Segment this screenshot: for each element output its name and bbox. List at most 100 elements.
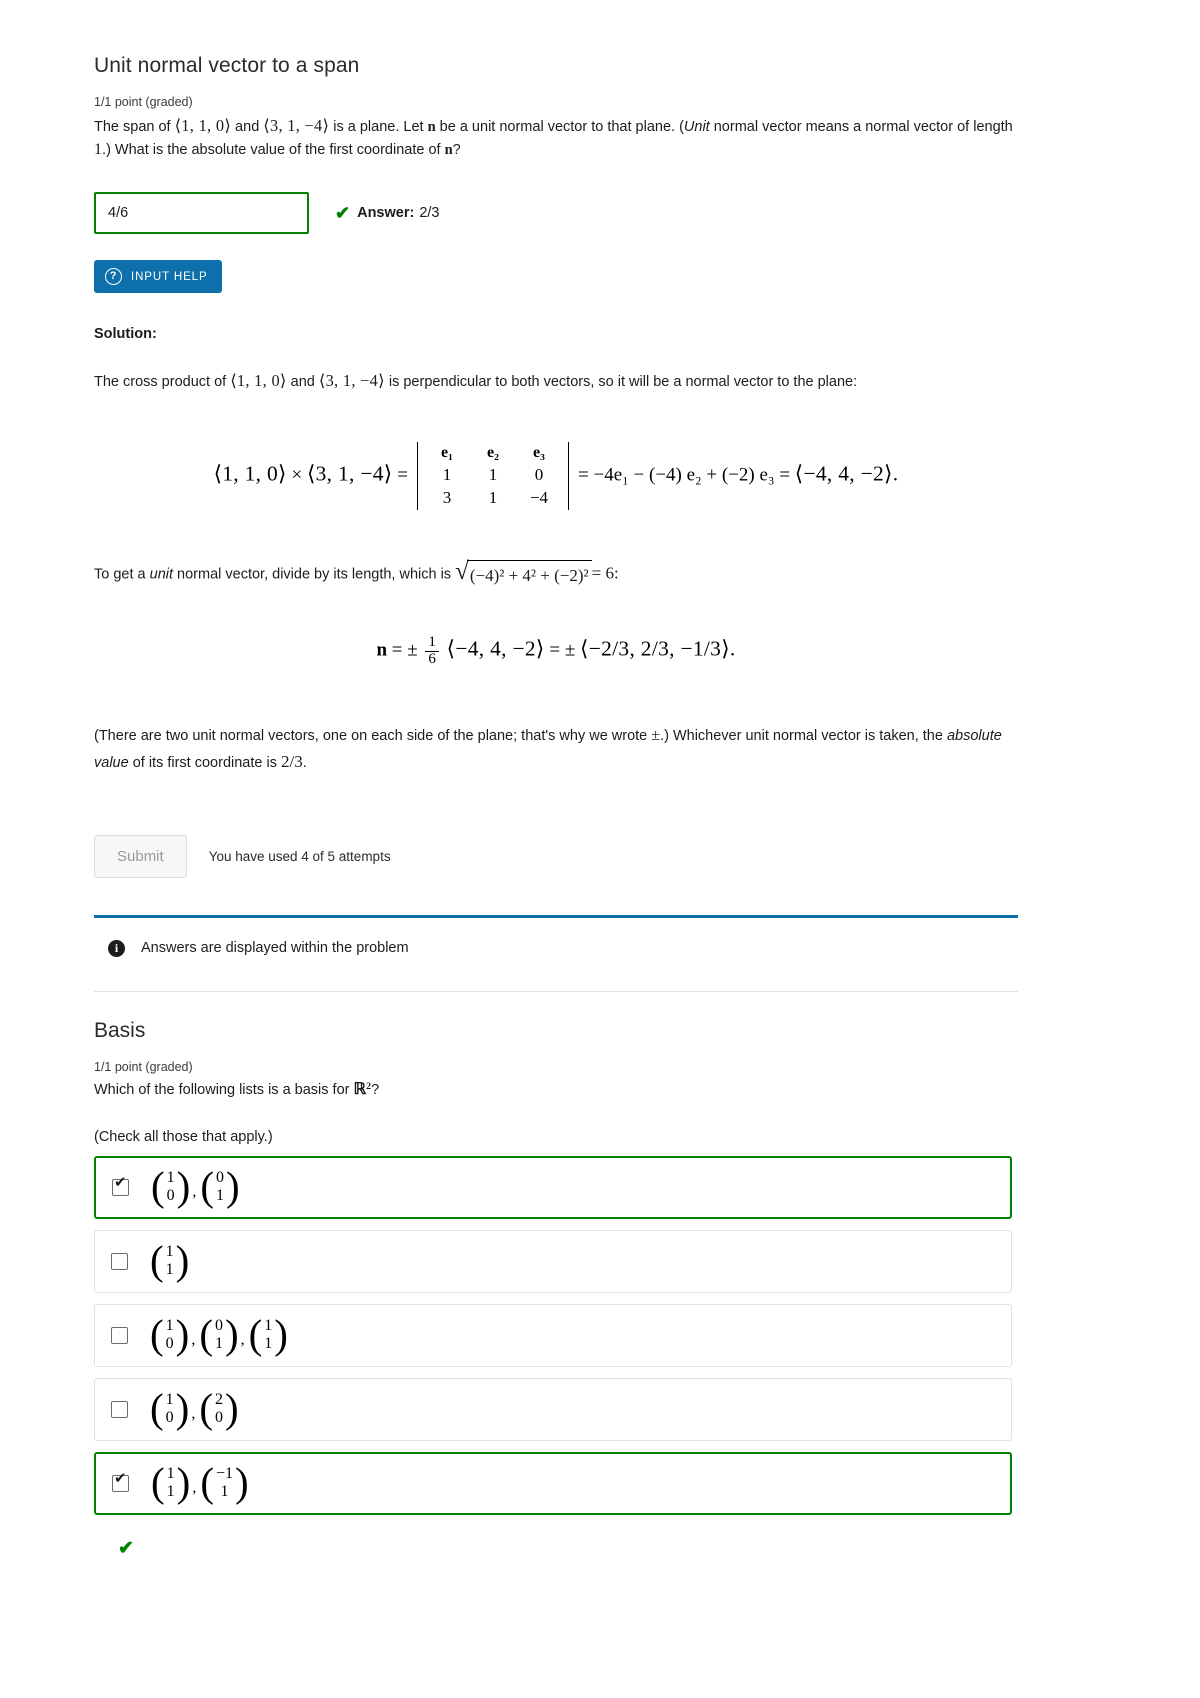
paren-right-icon: ) <box>175 1385 190 1432</box>
paren-right-icon: ) <box>175 1311 190 1358</box>
final-check-icon: ✔ <box>118 1537 134 1559</box>
det-cell-r2c3: 0 <box>534 464 544 484</box>
choice-checkbox-3[interactable] <box>111 1326 128 1344</box>
vector-component: 1 <box>165 1261 174 1279</box>
vector-component: 1 <box>165 1391 174 1409</box>
paren-left-icon: ( <box>150 1311 164 1358</box>
determinant-matrix: e₁ e₂ e₃ 1 1 0 3 1 −4 <box>416 441 570 510</box>
basis-title: Basis <box>94 1018 146 1042</box>
vector-component: 0 <box>166 1187 175 1205</box>
cross-equals-1: = <box>397 464 408 486</box>
vector-component: 1 <box>220 1483 229 1501</box>
input-help-button[interactable]: ? INPUT HELP <box>94 260 222 294</box>
notification-text: Answers are displayed within the problem <box>141 940 409 957</box>
vector: (1 1) <box>151 1459 190 1506</box>
closing-text-a: (There are two unit normal vectors, one … <box>94 727 652 744</box>
prompt-text-3: is a plane. Let <box>329 119 428 135</box>
one-sixth-fraction: 1 6 <box>425 634 439 668</box>
paren-left-icon: ( <box>199 1311 213 1358</box>
prompt-text-5: normal vector means a normal vector of l… <box>709 119 1013 135</box>
vector-component: 1 <box>165 1317 174 1335</box>
vector: (1 0) <box>150 1311 190 1358</box>
list-item[interactable]: (1 0) , (0 1) , (1 1) <box>94 1303 1012 1367</box>
paren-left-icon: ( <box>199 1385 213 1432</box>
solution-line-1: The cross product of ⟨1, 1, 0⟩ and ⟨3, 1… <box>94 368 1018 393</box>
paren-right-icon: ) <box>224 1311 239 1358</box>
answer-label: Answer: <box>357 205 415 222</box>
vector: (1 0) <box>151 1163 191 1210</box>
choice-checkbox-1[interactable] <box>112 1175 129 1196</box>
vector: (1 1) <box>150 1240 189 1281</box>
prompt-text-4: be a unit normal vector to that plane. ( <box>435 119 684 135</box>
paren-right-icon: ) <box>176 1163 191 1210</box>
list-item[interactable]: (10) , (01) <box>94 1155 1012 1219</box>
vector-component: −1 <box>215 1465 233 1483</box>
vector: (2 0) <box>199 1385 239 1432</box>
choice-list: (10) , (01) (11) (10) , (01) , <box>94 1155 1018 1515</box>
choice-vectors-3: (1 0) , (0 1) , (1 1) <box>150 1311 288 1358</box>
choice-vectors-5: (1 1) , (−1 1) <box>151 1459 249 1506</box>
check-all-note: (Check all those that apply.) <box>94 1128 273 1145</box>
paren-left-icon: ( <box>151 1459 165 1506</box>
cross-equals-2: = <box>578 464 589 486</box>
paren-right-icon: ) <box>274 1311 288 1358</box>
prompt-n-symbol-2: n <box>444 142 453 159</box>
n-equals-plusminus: = ± <box>391 639 418 661</box>
unit-normal-equation: n = ± 1 6 ⟨−4, 4, −2⟩ = ± ⟨−2/3, 2/3, −1… <box>94 634 1018 668</box>
vector-component: 0 <box>165 1335 174 1353</box>
check-icon: ✔ <box>335 203 351 224</box>
choice-checkbox-2[interactable] <box>111 1252 128 1270</box>
vector-separator: , <box>192 1183 197 1201</box>
answer-input[interactable] <box>94 192 309 235</box>
attempts-text: You have used 4 of 5 attempts <box>208 848 391 864</box>
vector-separator: , <box>240 1331 245 1349</box>
choice-checkbox-4[interactable] <box>111 1400 128 1418</box>
paren-left-icon: ( <box>200 1459 214 1506</box>
determinant-grid: e₁ e₂ e₃ 1 1 0 3 1 −4 <box>418 442 568 510</box>
n-vector-normalized: ⟨−2/3, 2/3, −1/3⟩. <box>580 636 736 661</box>
submit-button[interactable]: Submit <box>94 834 187 878</box>
sol-text-b: and <box>286 374 319 391</box>
vector-component: 1 <box>166 1483 175 1501</box>
list-item[interactable]: (1 0) , (2 0) <box>94 1377 1012 1441</box>
choice-vectors-1: (1 0) , (0 1) <box>151 1163 240 1210</box>
basis-question-text-a: Which of the following lists is a basis … <box>94 1081 354 1098</box>
closing-answer-value: 2/3 <box>280 751 303 771</box>
list-item[interactable]: (11) , (−11) <box>94 1451 1012 1515</box>
radicand: (−4)² + 4² + (−2)² <box>466 559 592 589</box>
choice-vectors-4: (1 0) , (2 0) <box>150 1385 239 1432</box>
answers-displayed-notification: i Answers are displayed within the probl… <box>94 914 1018 992</box>
cross-expansion: −4e₁ − (−4) e₂ + (−2) e₃ <box>593 464 775 486</box>
prompt-unit-emphasis: Unit <box>683 119 710 135</box>
solution-heading: Solution: <box>94 326 157 343</box>
notification-body: i Answers are displayed within the probl… <box>94 918 1018 981</box>
vector-component: 1 <box>264 1335 273 1353</box>
input-help-label: INPUT HELP <box>131 270 208 283</box>
info-icon: i <box>108 939 125 957</box>
cross-product-equation: ⟨1, 1, 0⟩ × ⟨3, 1, −4⟩ = e₁ e₂ e₃ 1 1 0 … <box>94 441 1018 510</box>
paren-right-icon: ) <box>224 1385 239 1432</box>
vector: (1 0) <box>150 1385 190 1432</box>
fraction-denominator: 6 <box>425 650 439 668</box>
sol-text-a: The cross product of <box>94 374 231 391</box>
vector-component: 1 <box>165 1243 174 1261</box>
det-cell-r3c2: 1 <box>488 487 498 507</box>
vector-component: 1 <box>166 1465 175 1483</box>
determinant-right-bar <box>567 441 570 510</box>
paren-left-icon: ( <box>248 1311 263 1358</box>
vector: (0 1) <box>200 1166 239 1207</box>
det-cell-r3c3: −4 <box>529 487 549 507</box>
sol-vector-2: ⟨3, 1, −4⟩ <box>318 371 385 391</box>
list-item[interactable]: (1 1) <box>94 1229 1012 1293</box>
n-equals-2: = ± <box>549 639 576 661</box>
choice-checkbox-5[interactable] <box>112 1471 129 1492</box>
answer-value: 2/3 <box>419 205 440 222</box>
paren-left-icon: ( <box>151 1163 165 1210</box>
basis-points-label: 1/1 point (graded) <box>94 1059 193 1074</box>
prompt-vector-2: ⟨3, 1, −4⟩ <box>263 116 330 135</box>
det-cell-r3c1: 3 <box>442 487 452 507</box>
det-cell-e1: e₁ <box>441 443 453 461</box>
page-title: Unit normal vector to a span <box>94 54 360 77</box>
prompt-n-symbol-1: n <box>427 119 436 135</box>
prompt-text-1: The span of <box>94 119 175 135</box>
